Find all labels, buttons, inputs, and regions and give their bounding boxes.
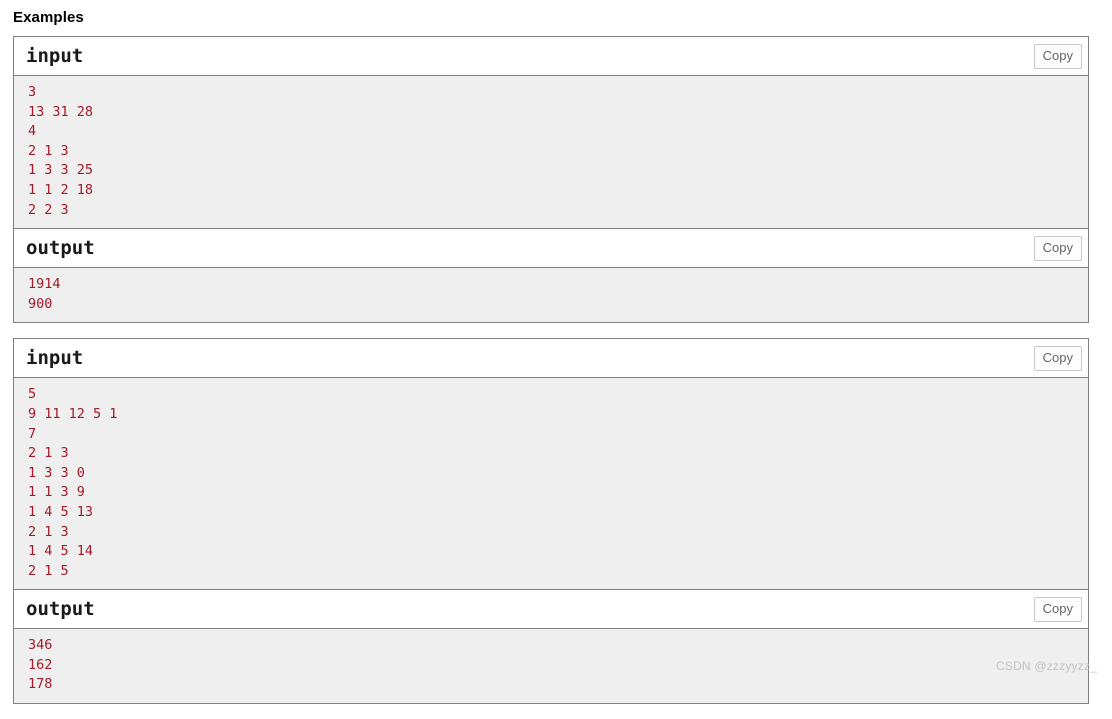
copy-output-button-1[interactable]: Copy [1033, 236, 1082, 262]
output-label-1: output [26, 236, 95, 259]
copy-input-button-2[interactable]: Copy [1033, 346, 1082, 372]
page-title: Examples [13, 9, 84, 26]
examples-list: input Copy 3 13 31 28 4 2 1 3 1 3 3 25 1… [13, 36, 1089, 719]
csdn-watermark: CSDN @zzzyyzz_ [996, 659, 1097, 673]
output-header-2: output Copy [14, 590, 1088, 629]
output-content-1: 1914 900 [14, 267, 1088, 323]
output-header-1: output Copy [14, 229, 1088, 268]
output-block-1: output Copy 1914 900 [14, 229, 1088, 323]
input-header-1: input Copy [14, 37, 1088, 75]
input-block-2: input Copy 5 9 11 12 5 1 7 2 1 3 1 3 3 0… [14, 339, 1088, 591]
examples-page: Examples input Copy 3 13 31 28 4 2 1 3 1… [0, 0, 1112, 705]
output-block-2: output Copy 346 162 178 [14, 590, 1088, 704]
copy-output-button-2[interactable]: Copy [1033, 597, 1082, 623]
output-label-2: output [26, 597, 95, 620]
input-header-2: input Copy [14, 339, 1088, 378]
input-block-1: input Copy 3 13 31 28 4 2 1 3 1 3 3 25 1… [14, 37, 1088, 230]
input-content-1: 3 13 31 28 4 2 1 3 1 3 3 25 1 1 2 18 2 2… [14, 75, 1088, 230]
input-content-2: 5 9 11 12 5 1 7 2 1 3 1 3 3 0 1 1 3 9 1 … [14, 377, 1088, 591]
sample-test-2: input Copy 5 9 11 12 5 1 7 2 1 3 1 3 3 0… [13, 338, 1089, 705]
input-label-1: input [26, 44, 84, 67]
sample-test-1: input Copy 3 13 31 28 4 2 1 3 1 3 3 25 1… [13, 36, 1089, 324]
input-label-2: input [26, 346, 84, 369]
copy-input-button-1[interactable]: Copy [1033, 44, 1082, 69]
output-content-2: 346 162 178 [14, 628, 1088, 704]
